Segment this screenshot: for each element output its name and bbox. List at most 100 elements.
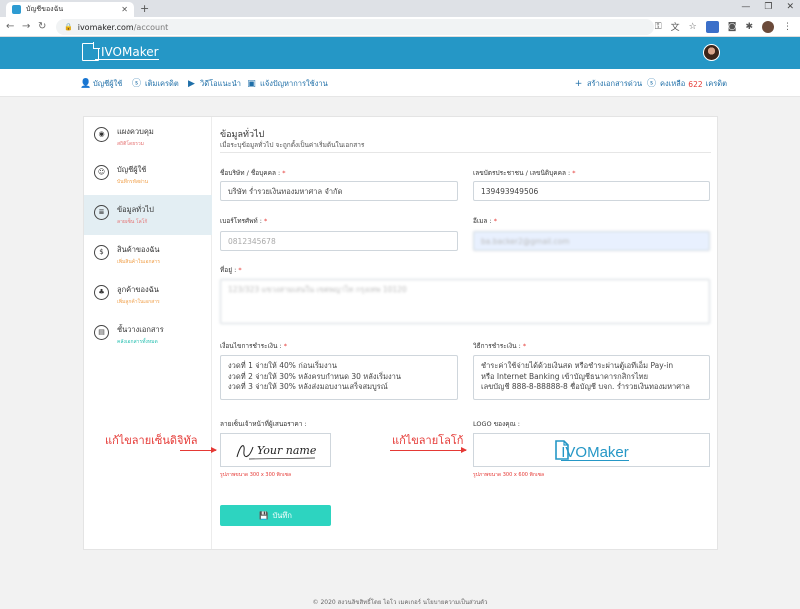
sidebar-item-label: สินค้าของฉัน: [117, 245, 160, 254]
email-label: อีเมล : *: [473, 217, 497, 225]
save-button[interactable]: 💾 บันทึก: [220, 505, 331, 526]
favicon-icon: [12, 5, 21, 14]
new-tab-icon[interactable]: +: [140, 2, 149, 15]
sidebar-item-sub: คลังเอกสารทั้งหมด: [117, 339, 158, 345]
signature-hint: รูปภาพขนาด 300 x 300 พิกเซล: [220, 472, 292, 478]
maximize-icon[interactable]: ❐: [764, 2, 772, 12]
terms-label: เงื่อนไขการชำระเงิน : *: [220, 342, 287, 350]
sidebar-item-products[interactable]: $ สินค้าของฉัน เพิ่มสินค้าในเอกสาร: [84, 235, 212, 273]
annotation-edit-logo: แก้ไขลายโลโก้: [392, 434, 464, 447]
method-line: หรือ Internet Banking เข้าบัญชีธนาคารกสิ…: [481, 371, 648, 381]
phone-label: เบอร์โทรศัพท์ : *: [220, 217, 268, 225]
avatar[interactable]: [703, 44, 720, 61]
toolbar-actions: ⚿ 文 ☆ ◙ ✱ ⋮: [655, 20, 792, 33]
signature-upload[interactable]: Your name: [220, 433, 331, 467]
terms-line: งวดที่ 3 จ่ายให้ 30% หลังส่งมอบงานเสร็จส…: [228, 382, 388, 391]
image-icon: ▣: [247, 78, 256, 89]
terms-line: งวดที่ 2 จ่ายให้ 30% หลังครบกำหนด 30 หลั…: [228, 371, 402, 381]
taxid-label: เลขบัตรประชาชน / เลขนิติบุคคล : *: [473, 169, 576, 177]
nav-report[interactable]: ▣ แจ้งปัญหาการใช้งาน: [247, 78, 328, 90]
close-window-icon[interactable]: ✕: [786, 2, 794, 12]
dashboard-icon: ◉: [94, 127, 109, 142]
url-domain: ivomaker.com: [77, 22, 134, 32]
arrow-right-icon: [180, 447, 217, 453]
nav-account-label: บัญชีผู้ใช้: [93, 79, 123, 88]
sidebar-item-customers[interactable]: ♣ ลูกค้าของฉัน เพิ่มลูกค้าในเอกสาร: [84, 275, 212, 313]
browser-toolbar: ← → ↻ 🔒 ivomaker.com/account ⚿ 文 ☆ ◙ ✱ ⋮: [0, 17, 800, 37]
method-line: เลขบัญชี 888-8-88888-8 ชื่อบัญชี บจก. ร่…: [481, 382, 690, 391]
tab-title: บัญชีของฉัน: [26, 5, 64, 13]
annotation-edit-signature: แก้ไขลายเซ็นดิจิทัล: [105, 434, 198, 447]
logo-prefix: IVO: [101, 44, 122, 59]
sidebar-item-label: แผงควบคุม: [117, 127, 154, 136]
key-icon[interactable]: ⚿: [655, 22, 662, 32]
logo-upload[interactable]: IVOMaker: [473, 433, 710, 467]
sidebar-item-general[interactable]: ≣ ข้อมูลทั่วไปลายเซ็น โลโก้: [84, 195, 212, 235]
profile-icon[interactable]: [762, 20, 774, 33]
users-icon: ♣: [94, 285, 109, 300]
back-icon[interactable]: ←: [6, 21, 14, 32]
phone-input[interactable]: 0812345678: [220, 231, 458, 251]
terms-line: งวดที่ 1 จ่ายให้ 40% ก่อนเริ่มงาน: [228, 361, 337, 370]
minimize-icon[interactable]: —: [741, 2, 750, 12]
logo-suffix: Maker: [587, 444, 629, 461]
logo-label: LOGO ของคุณ :: [473, 420, 520, 428]
sidebar-item-dashboard[interactable]: ◉ แผงควบคุม สถิติโดยรวม: [84, 117, 212, 155]
sidebar-item-label: บัญชีผู้ใช้: [117, 165, 147, 174]
method-textarea[interactable]: ชำระค่าใช้จ่ายได้ด้วยเงินสด หรือชำระผ่าน…: [473, 355, 710, 400]
logo-prefix: IVO: [561, 444, 588, 461]
footer: © 2020 สงวนลิขสิทธิ์โดย ไอโว เมคเกอร์ นโ…: [312, 599, 488, 606]
lock-icon: 🔒: [64, 23, 73, 31]
coin-icon: ⓢ: [647, 78, 657, 89]
sub-navigation: 👤 บัญชีผู้ใช้ ⓢ เติมเครดิต ▶ วิดีโอแนะนำ…: [0, 69, 800, 97]
address-bar[interactable]: 🔒 ivomaker.com/account: [56, 19, 654, 35]
nav-create-doc-label: สร้างเอกสารด่วน: [587, 79, 643, 88]
email-input[interactable]: ba.backer2@gmail.com: [473, 231, 710, 251]
credit-balance[interactable]: ⓢ คงเหลือ 622 เครดิต: [647, 78, 727, 90]
database-icon: ≣: [94, 205, 109, 220]
document-lock-icon: ▤: [94, 325, 109, 340]
nav-report-label: แจ้งปัญหาการใช้งาน: [260, 79, 328, 88]
taxid-input[interactable]: 139493949506: [473, 181, 710, 201]
arrow-right-icon: [390, 447, 467, 453]
divider: [220, 152, 711, 153]
svg-text:Your name: Your name: [257, 444, 317, 457]
menu-icon[interactable]: ⋮: [783, 22, 792, 32]
app-header: IVOMaker: [0, 37, 800, 69]
credit-prefix: คงเหลือ: [660, 79, 686, 88]
uploaded-logo: IVOMaker: [554, 439, 629, 461]
sidebar: ◉ แผงควบคุม สถิติโดยรวม ☺ บัญชีผู้ใช้ บันท…: [84, 117, 212, 549]
extension-badge-icon[interactable]: [705, 20, 719, 33]
sidebar-item-documents[interactable]: ▤ ชั้นวางเอกสาร คลังเอกสารทั้งหมด: [84, 315, 212, 353]
translate-icon[interactable]: 文: [671, 20, 680, 33]
address-textarea[interactable]: 123/323 แขวงสามเสนใน เขตพญาไท กรุงเทพ 10…: [220, 279, 710, 324]
close-tab-icon[interactable]: ✕: [121, 5, 128, 14]
nav-account[interactable]: 👤 บัญชีผู้ใช้: [80, 78, 122, 90]
camera-icon[interactable]: ◙: [728, 22, 737, 32]
credit-value: 622: [688, 79, 703, 89]
nav-video[interactable]: ▶ วิดีโอแนะนำ: [187, 78, 241, 90]
url-path: /account: [133, 22, 169, 32]
plus-icon: +: [574, 78, 583, 89]
signature-label: ลายเซ็นเจ้าหน้าที่ผู้เสนอราคา :: [220, 420, 307, 428]
reload-icon[interactable]: ↻: [38, 21, 46, 32]
credit-unit: เครดิต: [705, 79, 727, 88]
sidebar-item-sub: ลายเซ็น โลโก้: [117, 219, 148, 225]
video-icon: ▶: [188, 78, 195, 89]
nav-create-doc[interactable]: + สร้างเอกสารด่วน: [574, 78, 642, 90]
extensions-icon[interactable]: ✱: [745, 22, 753, 32]
app-logo[interactable]: IVOMaker: [82, 42, 159, 61]
save-icon: 💾: [259, 511, 269, 520]
sidebar-item-sub: เพิ่มสินค้าในเอกสาร: [117, 259, 161, 265]
sidebar-item-account[interactable]: ☺ บัญชีผู้ใช้ บันทึกรหัสผ่าน: [84, 155, 212, 193]
signature-image: Your name: [236, 444, 317, 460]
star-icon[interactable]: ☆: [689, 22, 697, 32]
sidebar-item-label: ข้อมูลทั่วไป: [117, 205, 154, 214]
user-icon: 👤: [80, 78, 92, 89]
company-input[interactable]: บริษัท ร่ำรวยเงินทองมหาศาล จำกัด: [220, 181, 458, 201]
page-title: ข้อมูลทั่วไป: [220, 130, 265, 140]
forward-icon[interactable]: →: [22, 21, 30, 32]
browser-tab[interactable]: บัญชีของฉัน ✕: [6, 2, 134, 17]
terms-textarea[interactable]: งวดที่ 1 จ่ายให้ 40% ก่อนเริ่มงาน งวดที่…: [220, 355, 458, 400]
nav-topup[interactable]: ⓢ เติมเครดิต: [132, 78, 179, 90]
